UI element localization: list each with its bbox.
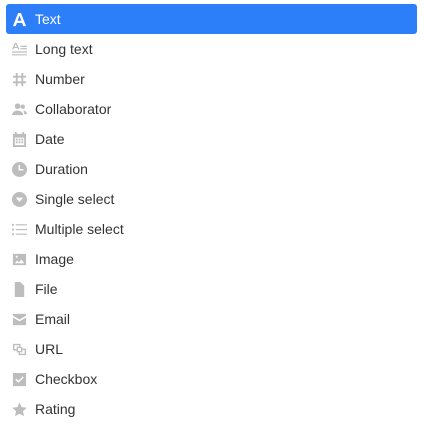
field-type-rating[interactable]: Rating (6, 394, 417, 424)
field-type-label: Collaborator (35, 101, 112, 117)
field-type-label: Checkbox (35, 371, 98, 387)
chevron-circle-icon (11, 191, 27, 207)
people-icon (11, 101, 27, 117)
field-type-image[interactable]: Image (6, 244, 417, 274)
field-type-number[interactable]: Number (6, 64, 417, 94)
field-type-label: Image (35, 251, 74, 267)
field-type-label: Email (35, 311, 71, 327)
field-type-label: Duration (35, 161, 88, 177)
field-type-label: Rating (35, 401, 76, 417)
star-icon (11, 401, 27, 417)
field-type-label: URL (35, 341, 64, 357)
field-type-single-select[interactable]: Single select (6, 184, 417, 214)
list-icon (11, 221, 27, 237)
field-type-label: File (35, 281, 58, 297)
field-type-label: Text (35, 11, 61, 27)
field-type-email[interactable]: Email (6, 304, 417, 334)
image-icon (11, 251, 27, 267)
hash-icon (11, 71, 27, 87)
field-type-checkbox[interactable]: Checkbox (6, 364, 417, 394)
envelope-icon (11, 311, 27, 327)
field-type-label: Single select (35, 191, 115, 207)
calendar-icon (11, 131, 27, 147)
long-text-icon (11, 41, 27, 57)
field-type-url[interactable]: URL (6, 334, 417, 364)
field-type-label: Date (35, 131, 65, 147)
text-icon (11, 11, 27, 27)
field-type-label: Number (35, 71, 85, 87)
field-type-list: Text Long text Number Collaborator Date Durat… (6, 4, 417, 424)
field-type-file[interactable]: File (6, 274, 417, 304)
field-type-label: Multiple select (35, 221, 124, 237)
field-type-label: Long text (35, 41, 93, 57)
checkbox-icon (11, 371, 27, 387)
field-type-collaborator[interactable]: Collaborator (6, 94, 417, 124)
field-type-date[interactable]: Date (6, 124, 417, 154)
field-type-long-text[interactable]: Long text (6, 34, 417, 64)
field-type-multiple-select[interactable]: Multiple select (6, 214, 417, 244)
field-type-text[interactable]: Text (6, 4, 417, 34)
file-icon (11, 281, 27, 297)
field-type-duration[interactable]: Duration (6, 154, 417, 184)
link-icon (11, 341, 27, 357)
clock-icon (11, 161, 27, 177)
